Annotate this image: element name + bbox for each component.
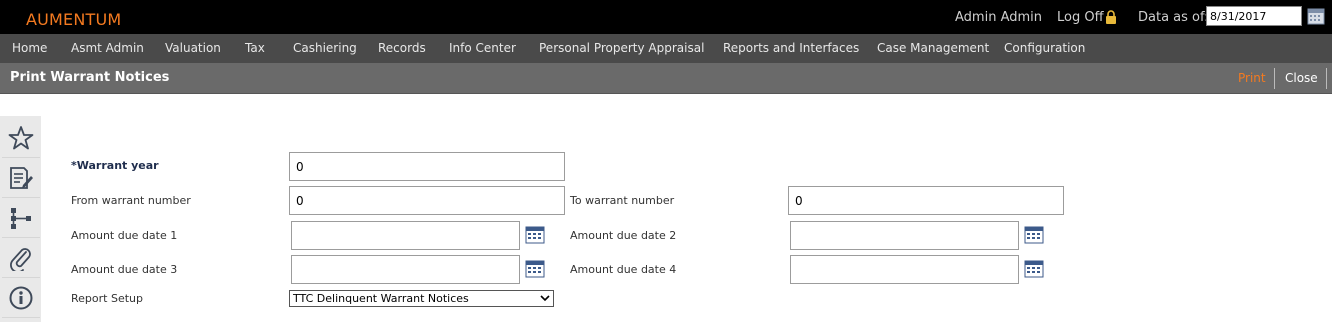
menu-personal-property-appraisal[interactable]: Personal Property Appraisal xyxy=(539,41,704,55)
report-setup-label: Report Setup xyxy=(71,292,143,305)
info-icon xyxy=(9,286,33,309)
main-menu: Home Asmt Admin Valuation Tax Cashiering… xyxy=(0,34,1332,63)
to-warrant-number-input[interactable] xyxy=(788,186,1064,215)
warrant-year-label: *Warrant year xyxy=(71,159,159,172)
app-logo[interactable]: AUMENTUM xyxy=(26,10,121,29)
to-warrant-number-label: To warrant number xyxy=(570,194,675,207)
toolbar-divider xyxy=(1326,68,1327,89)
amount-due-date-3-input[interactable] xyxy=(291,255,520,284)
amount-due-date-4-input[interactable] xyxy=(790,255,1019,284)
page-title-bar: Print Warrant Notices Print Close xyxy=(0,63,1332,94)
favorite-button[interactable] xyxy=(2,118,40,158)
calendar-icon[interactable] xyxy=(1307,7,1325,25)
attachments-button[interactable] xyxy=(2,238,40,278)
calendar-icon[interactable] xyxy=(525,226,545,244)
amount-due-date-4-label: Amount due date 4 xyxy=(570,263,677,276)
menu-home[interactable]: Home xyxy=(12,41,47,55)
amount-due-date-2-input[interactable] xyxy=(790,221,1019,250)
report-setup-select[interactable]: TTC Delinquent Warrant Notices xyxy=(289,290,554,307)
calendar-icon[interactable] xyxy=(1024,226,1044,244)
info-button[interactable] xyxy=(2,278,40,318)
chevron-down-icon xyxy=(540,295,550,302)
from-warrant-number-label: From warrant number xyxy=(71,194,191,207)
logoff-link[interactable]: Log Off xyxy=(1057,10,1104,25)
data-as-of-label: Data as of: xyxy=(1138,10,1209,25)
warrant-year-input[interactable] xyxy=(289,152,565,181)
calendar-icon[interactable] xyxy=(1024,260,1044,278)
menu-reports-and-interfaces[interactable]: Reports and Interfaces xyxy=(723,41,859,55)
notes-button[interactable] xyxy=(2,158,40,198)
star-icon xyxy=(8,125,34,149)
from-warrant-number-input[interactable] xyxy=(289,186,565,215)
close-button[interactable]: Close xyxy=(1285,71,1318,85)
report-setup-value: TTC Delinquent Warrant Notices xyxy=(293,292,469,305)
attachment-icon xyxy=(10,247,31,271)
page-title: Print Warrant Notices xyxy=(10,70,170,85)
menu-asmt-admin[interactable]: Asmt Admin xyxy=(71,41,144,55)
data-as-of-input[interactable] xyxy=(1206,6,1302,26)
hierarchy-button[interactable] xyxy=(2,198,40,238)
menu-cashiering[interactable]: Cashiering xyxy=(293,41,357,55)
menu-valuation[interactable]: Valuation xyxy=(165,41,221,55)
menu-case-management[interactable]: Case Management xyxy=(877,41,989,55)
menu-tax[interactable]: Tax xyxy=(245,41,265,55)
side-toolbar xyxy=(0,116,41,322)
amount-due-date-1-label: Amount due date 1 xyxy=(71,229,178,242)
lock-icon[interactable] xyxy=(1105,10,1117,24)
toolbar-divider xyxy=(1274,68,1275,89)
edit-document-icon xyxy=(10,166,33,189)
current-user: Admin Admin xyxy=(955,10,1042,25)
amount-due-date-1-input[interactable] xyxy=(291,221,520,250)
amount-due-date-3-label: Amount due date 3 xyxy=(71,263,178,276)
menu-records[interactable]: Records xyxy=(378,41,426,55)
menu-info-center[interactable]: Info Center xyxy=(449,41,516,55)
hierarchy-icon xyxy=(11,207,31,229)
calendar-icon[interactable] xyxy=(525,260,545,278)
top-bar: AUMENTUM Admin Admin Log Off Data as of: xyxy=(0,0,1332,34)
amount-due-date-2-label: Amount due date 2 xyxy=(570,229,677,242)
print-button[interactable]: Print xyxy=(1238,71,1266,85)
menu-configuration[interactable]: Configuration xyxy=(1004,41,1085,55)
